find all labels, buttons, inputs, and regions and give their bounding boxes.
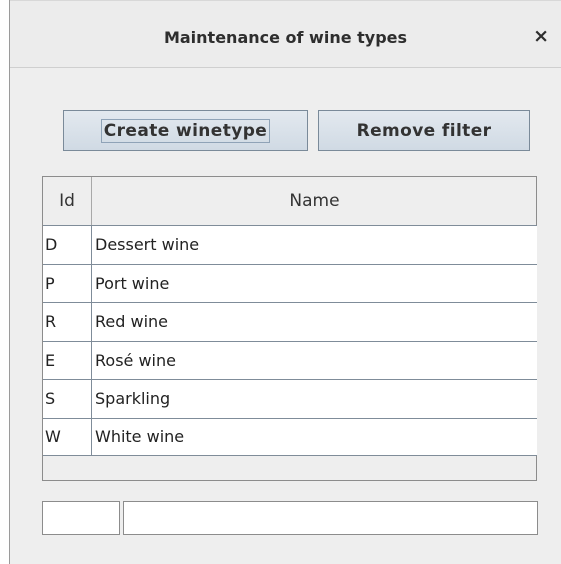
remove-filter-label: Remove filter bbox=[356, 120, 492, 141]
cell-id[interactable]: P bbox=[43, 264, 92, 302]
table-row[interactable]: W White wine bbox=[43, 417, 537, 456]
table-row[interactable]: R Red wine bbox=[43, 302, 537, 341]
cell-id[interactable]: W bbox=[43, 418, 92, 455]
close-icon[interactable]: × bbox=[533, 25, 549, 47]
status-field-right bbox=[123, 501, 538, 535]
table-row[interactable]: D Dessert wine bbox=[43, 225, 537, 264]
table-body: D Dessert wine P Port wine R Red wine E … bbox=[43, 225, 537, 456]
table-row[interactable]: P Port wine bbox=[43, 263, 537, 303]
cell-id[interactable]: D bbox=[43, 226, 92, 264]
cell-name[interactable]: Port wine bbox=[92, 265, 537, 303]
table-row[interactable]: E Rosé wine bbox=[43, 340, 537, 380]
cell-id[interactable]: E bbox=[43, 341, 92, 379]
wine-types-dialog: Maintenance of wine types × Create winet… bbox=[9, 0, 561, 564]
cell-name[interactable]: Red wine bbox=[92, 303, 537, 341]
create-winetype-button[interactable]: Create winetype bbox=[63, 110, 308, 151]
title-bar[interactable]: Maintenance of wine types × bbox=[10, 0, 561, 68]
cell-id[interactable]: R bbox=[43, 303, 92, 341]
column-header-id[interactable]: Id bbox=[43, 177, 92, 225]
cell-name[interactable]: Rosé wine bbox=[92, 342, 537, 380]
create-winetype-label: Create winetype bbox=[100, 118, 271, 143]
column-header-name[interactable]: Name bbox=[92, 177, 537, 225]
cell-name[interactable]: White wine bbox=[92, 419, 537, 456]
remove-filter-button[interactable]: Remove filter bbox=[318, 110, 530, 151]
table-row[interactable]: S Sparkling bbox=[43, 379, 537, 418]
table-header: Id Name bbox=[43, 177, 536, 225]
window-title: Maintenance of wine types bbox=[163, 28, 408, 47]
cell-name[interactable]: Sparkling bbox=[92, 380, 537, 418]
status-field-left bbox=[42, 501, 120, 535]
cell-name[interactable]: Dessert wine bbox=[92, 226, 537, 264]
wine-types-table: Id Name D Dessert wine P Port wine R Red… bbox=[42, 176, 537, 481]
cell-id[interactable]: S bbox=[43, 380, 92, 418]
